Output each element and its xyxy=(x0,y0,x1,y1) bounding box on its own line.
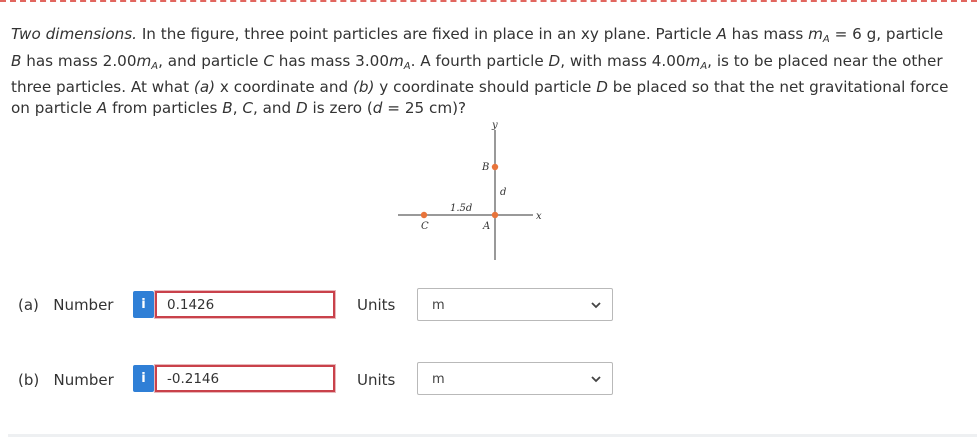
part-b-units-label: Units xyxy=(357,371,396,389)
label-c: C xyxy=(421,221,429,232)
part-a-number-label: Number xyxy=(53,296,114,314)
part-a-answer-input[interactable]: 0.1426 xyxy=(155,291,335,318)
y-axis-label: y xyxy=(491,120,498,131)
part-a-tag: (a) xyxy=(18,296,39,314)
part-b-number-label: Number xyxy=(53,371,114,389)
chevron-down-icon xyxy=(591,302,601,309)
part-b-answer-value: -0.2146 xyxy=(167,371,220,387)
particle-b xyxy=(491,163,499,171)
part-a-answer-value: 0.1426 xyxy=(167,297,215,313)
part-a-units-label: Units xyxy=(357,296,396,314)
part-a-units-value: m xyxy=(432,298,445,313)
part-a-row-label: (a) Number xyxy=(18,296,113,314)
label-1-5d: 1.5d xyxy=(450,203,472,214)
x-axis-label: x xyxy=(536,211,542,222)
label-d: d xyxy=(500,187,506,198)
part-b-tag: (b) xyxy=(18,371,40,389)
particle-c xyxy=(420,211,428,219)
part-b-units-select[interactable]: m xyxy=(417,362,613,395)
part-b-answer-input[interactable]: -0.2146 xyxy=(155,365,335,392)
chevron-down-icon xyxy=(591,376,601,383)
label-a: A xyxy=(482,221,490,232)
part-b-units-value: m xyxy=(432,372,445,387)
part-a-units-select[interactable]: m xyxy=(417,288,613,321)
info-icon[interactable]: i xyxy=(133,291,154,318)
part-b-row-label: (b) Number xyxy=(18,371,114,389)
label-b: B xyxy=(481,162,489,173)
info-icon[interactable]: i xyxy=(133,365,154,392)
particle-a xyxy=(491,211,499,219)
